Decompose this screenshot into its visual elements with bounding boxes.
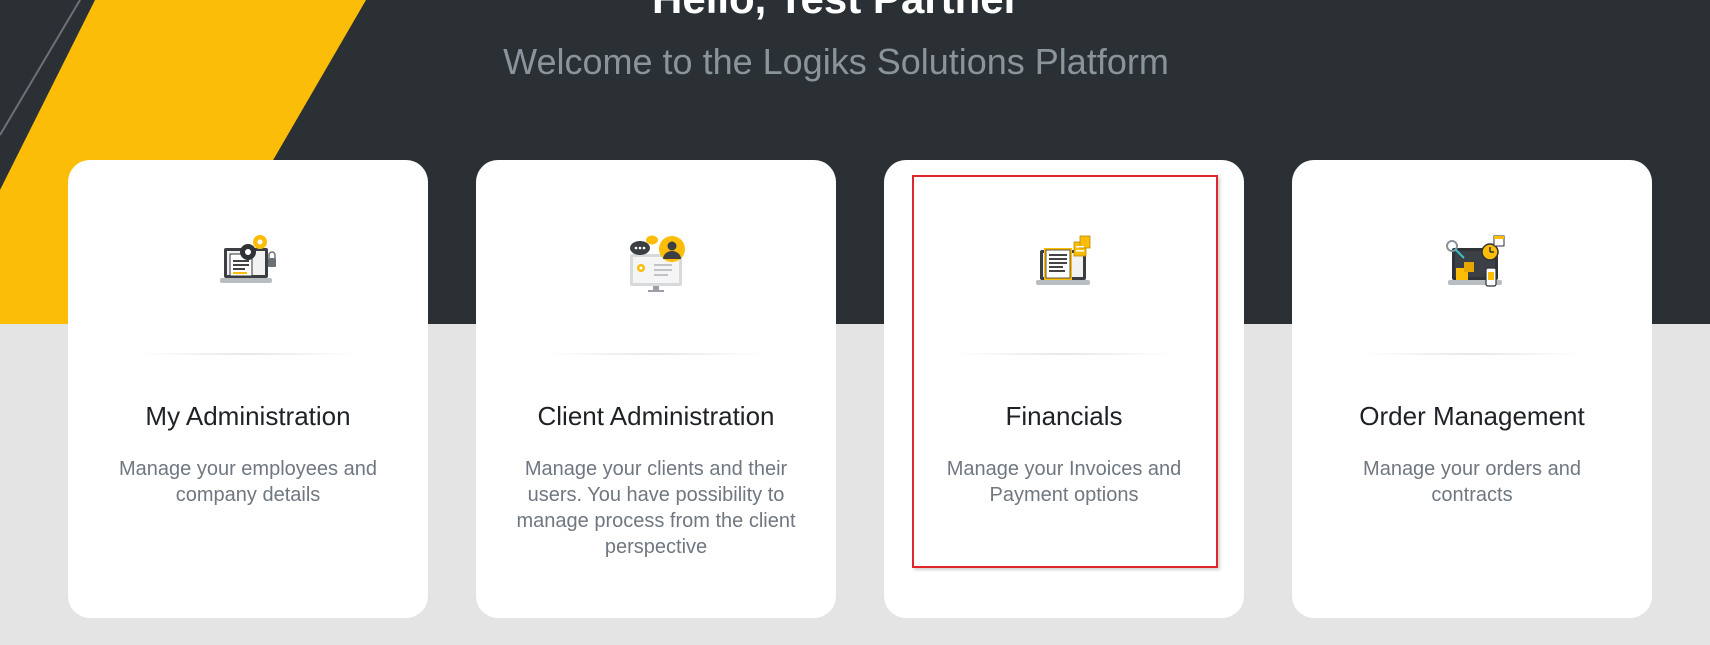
card-description: Manage your clients and their users. You… [516,458,796,558]
card-divider [954,353,1174,355]
card-title: Order Management [1359,401,1585,431]
page-subtitle: Welcome to the Logiks Solutions Platform [503,41,1169,82]
card-my-administration[interactable]: My Administration Manage your employees … [68,160,428,618]
card-title: Financials [1005,401,1123,431]
card-order-management[interactable]: Order Management Manage your orders and … [1292,160,1652,618]
card-title: Client Administration [537,401,775,431]
card-description: Manage your orders and contracts [1363,458,1581,506]
card-description: Manage your Invoices and Payment options [946,458,1182,506]
page-greeting: Hello, Test Partner [0,0,1672,20]
card-divider [138,353,358,355]
card-client-administration[interactable]: Client Administration Manage your client… [476,160,836,618]
financial-laptop-invoice-icon [1036,235,1091,285]
admin-laptop-gear-icon [220,235,276,283]
client-monitor-chat-icon [630,235,685,292]
card-divider [546,353,766,355]
card-financials[interactable]: Financials Manage your Invoices and Paym… [884,160,1244,618]
card-description: Manage your employees and company detail… [119,458,377,506]
card-divider [1362,353,1582,355]
order-laptop-calendar-icon [1446,235,1505,287]
card-title: My Administration [145,401,351,431]
